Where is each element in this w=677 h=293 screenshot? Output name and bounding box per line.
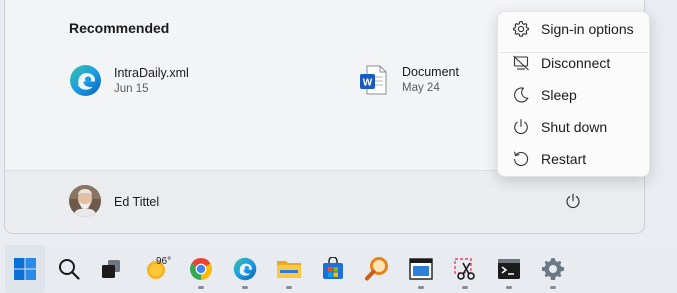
moon-icon: [514, 87, 529, 103]
start-button[interactable]: [5, 245, 45, 293]
menu-item-sign-in-options[interactable]: Sign-in options: [498, 13, 649, 45]
task-view-button[interactable]: [91, 245, 131, 293]
menu-item-shut-down[interactable]: Shut down: [498, 111, 649, 143]
menu-item-disconnect[interactable]: Disconnect: [498, 47, 649, 79]
scissors-icon: [454, 258, 475, 280]
running-indicator: [286, 286, 292, 289]
menu-item-label: Sleep: [541, 87, 577, 103]
search-tool-app[interactable]: [357, 245, 397, 293]
running-indicator: [418, 286, 424, 289]
search-button[interactable]: [49, 245, 89, 293]
recommended-item-date: Jun 15: [114, 82, 149, 95]
power-menu: Sign-in options Disconnect Sleep Shut do…: [497, 11, 650, 177]
user-avatar[interactable]: [69, 185, 101, 217]
power-icon: [514, 118, 528, 135]
user-bar: Ed Tittel: [5, 170, 644, 233]
recommended-item-name: IntraDaily.xml: [114, 65, 189, 80]
word-doc-icon: W: [360, 65, 387, 95]
task-view-icon: [102, 260, 120, 278]
menu-item-label: Sign-in options: [541, 21, 634, 37]
windows-logo-icon: [14, 258, 36, 280]
user-name[interactable]: Ed Tittel: [114, 195, 159, 209]
gear-icon: [512, 20, 530, 37]
menu-item-sleep[interactable]: Sleep: [498, 79, 649, 111]
running-indicator: [550, 286, 556, 289]
running-indicator: [198, 286, 204, 289]
svg-text:W: W: [363, 78, 373, 89]
folder-icon: [277, 261, 301, 278]
app-window[interactable]: [401, 245, 441, 293]
power-button[interactable]: [562, 190, 584, 212]
edge-icon: [70, 65, 101, 96]
menu-item-label: Disconnect: [541, 55, 611, 71]
running-indicator: [506, 286, 512, 289]
terminal-icon: [498, 259, 520, 279]
store-icon: [323, 257, 343, 279]
weather-widget[interactable]: [137, 245, 177, 293]
edge-icon: [233, 257, 257, 281]
file-explorer-app[interactable]: [269, 245, 309, 293]
settings-app[interactable]: [533, 245, 573, 293]
terminal-app[interactable]: [489, 245, 529, 293]
disconnect-icon: [513, 55, 529, 71]
recommended-item-intradaily[interactable]: IntraDaily.xml Jun 15: [69, 64, 189, 97]
menu-item-label: Restart: [541, 151, 587, 167]
edge-app[interactable]: [225, 245, 265, 293]
recommended-item-document[interactable]: W Document May 24: [358, 64, 459, 96]
restart-icon: [514, 151, 529, 167]
recommended-item-name: Document: [402, 65, 459, 79]
menu-item-label: Shut down: [541, 119, 608, 135]
running-indicator: [462, 286, 468, 289]
running-indicator: [242, 286, 248, 289]
taskbar: [0, 245, 677, 293]
window-app-icon: [409, 258, 433, 280]
magnifier-icon: [365, 257, 388, 281]
store-app[interactable]: [313, 245, 353, 293]
weather-temperature: 96°: [156, 256, 172, 267]
menu-item-restart[interactable]: Restart: [498, 143, 649, 175]
power-icon: [566, 193, 580, 209]
gear-icon: [542, 258, 564, 280]
chrome-app[interactable]: [181, 245, 221, 293]
recommended-title: Recommended: [69, 20, 170, 36]
snipping-tool-app[interactable]: [445, 245, 485, 293]
recommended-item-date: May 24: [402, 82, 440, 94]
chrome-icon: [190, 258, 212, 280]
search-icon: [59, 259, 80, 280]
